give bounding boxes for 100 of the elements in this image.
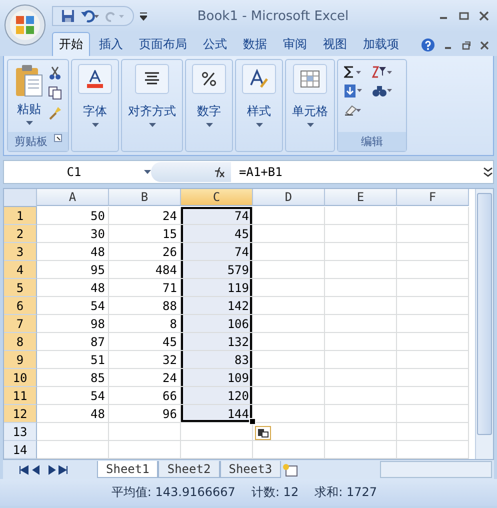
name-box[interactable]: C1	[4, 165, 144, 179]
column-header[interactable]: B	[109, 189, 181, 206]
undo-icon[interactable]	[80, 9, 100, 23]
close-icon[interactable]	[480, 40, 489, 50]
ribbon-tab[interactable]: 页面布局	[132, 32, 194, 56]
table-cell: 48	[37, 279, 109, 297]
sum-readout: 求和: 1727	[314, 484, 377, 501]
table-cell: 74	[181, 207, 253, 225]
column-header[interactable]: A	[37, 189, 109, 206]
style-brush-icon	[249, 69, 269, 89]
row-header[interactable]: 10	[4, 369, 37, 387]
expand-icon[interactable]	[483, 166, 493, 178]
table-cell	[397, 441, 469, 459]
column-header[interactable]: F	[397, 189, 469, 206]
sheet-tab[interactable]: Sheet2	[158, 461, 220, 478]
row-header[interactable]: 1	[4, 207, 37, 225]
sort-filter-icon[interactable]	[372, 66, 392, 78]
table-cell	[397, 315, 469, 333]
table-cell	[325, 351, 397, 369]
ribbon-tab[interactable]: 视图	[316, 32, 354, 56]
table-cell: 30	[37, 225, 109, 243]
row-header[interactable]: 12	[4, 405, 37, 423]
row-header[interactable]: 4	[4, 261, 37, 279]
table-cell	[397, 369, 469, 387]
save-icon[interactable]	[61, 9, 75, 23]
column-header[interactable]: E	[325, 189, 397, 206]
help-icon[interactable]	[421, 38, 435, 52]
binoculars-icon[interactable]	[372, 84, 392, 98]
group-dropdown-button[interactable]: 单元格	[292, 64, 328, 151]
caret-icon	[144, 170, 151, 174]
table-cell: 106	[181, 315, 253, 333]
row-header[interactable]: 2	[4, 225, 37, 243]
table-cell: 48	[37, 243, 109, 261]
brush-icon[interactable]	[48, 106, 62, 120]
table-cell: 85	[37, 369, 109, 387]
align-icon	[144, 72, 160, 86]
new-sheet-icon[interactable]	[281, 462, 300, 476]
row-header[interactable]: 6	[4, 297, 37, 315]
customize-icon[interactable]	[140, 12, 147, 20]
table-cell: 74	[181, 243, 253, 261]
ribbon-tab[interactable]: 开始	[52, 32, 90, 56]
table-cell	[325, 261, 397, 279]
table-cell	[397, 261, 469, 279]
table-cell	[325, 441, 397, 459]
dialog-launcher-icon[interactable]	[54, 134, 62, 142]
fill-handle[interactable]	[249, 418, 256, 425]
maximize-icon[interactable]	[459, 11, 469, 21]
table-cell	[397, 333, 469, 351]
scrollbar-thumb[interactable]	[477, 193, 492, 435]
table-cell	[253, 315, 325, 333]
table-cell	[253, 297, 325, 315]
restore-icon[interactable]	[462, 40, 471, 50]
group-dropdown-button[interactable]: 样式	[242, 64, 276, 151]
window-title: Book1 - Microsoft Excel	[196, 8, 350, 24]
paste-options-icon[interactable]	[255, 426, 271, 440]
table-cell	[181, 441, 253, 459]
average-readout: 平均值: 143.9166667	[111, 484, 236, 501]
column-header[interactable]: D	[253, 189, 325, 206]
row-header[interactable]: 13	[4, 423, 37, 441]
sum-icon[interactable]	[344, 66, 362, 78]
close-icon[interactable]	[479, 11, 489, 21]
row-header[interactable]: 14	[4, 441, 37, 459]
scissors-icon[interactable]	[48, 66, 62, 80]
table-cell	[397, 225, 469, 243]
row-header[interactable]: 8	[4, 333, 37, 351]
row-header[interactable]: 7	[4, 315, 37, 333]
sheet-tab[interactable]: Sheet3	[220, 461, 282, 478]
caret-icon	[306, 123, 314, 127]
row-header[interactable]: 3	[4, 243, 37, 261]
eraser-icon[interactable]	[344, 104, 362, 116]
table-cell	[109, 441, 181, 459]
paste-button[interactable]: 粘贴	[14, 64, 44, 132]
row-header[interactable]: 9	[4, 351, 37, 369]
ribbon-tab[interactable]: 公式	[196, 32, 234, 56]
table-cell: 120	[181, 387, 253, 405]
group-dropdown-button[interactable]: 字体	[78, 64, 112, 151]
table-cell	[37, 423, 109, 441]
ribbon-tab[interactable]: 加载项	[356, 32, 406, 56]
copy-icon[interactable]	[48, 86, 62, 100]
group-dropdown-button[interactable]: 对齐方式	[128, 64, 176, 151]
horizontal-scrollbar[interactable]	[380, 461, 492, 478]
row-header[interactable]: 11	[4, 387, 37, 405]
table-cell	[37, 441, 109, 459]
column-header[interactable]: C	[181, 189, 253, 206]
formula-field[interactable]: =A1+B1	[231, 165, 483, 179]
table-cell: 50	[37, 207, 109, 225]
table-cell	[325, 333, 397, 351]
table-cell	[325, 225, 397, 243]
ribbon-tab[interactable]: 审阅	[276, 32, 314, 56]
redo-icon	[105, 9, 125, 23]
caret-icon	[26, 121, 32, 125]
sheet-tab[interactable]: Sheet1	[97, 461, 158, 478]
table-cell	[397, 243, 469, 261]
table-cell	[325, 243, 397, 261]
ribbon-tab[interactable]: 数据	[236, 32, 274, 56]
group-label: 剪贴板	[14, 134, 48, 149]
group-dropdown-button[interactable]: 数字	[192, 64, 226, 151]
row-header[interactable]: 5	[4, 279, 37, 297]
ribbon-tab[interactable]: 插入	[92, 32, 130, 56]
fill-down-icon[interactable]	[344, 84, 362, 98]
